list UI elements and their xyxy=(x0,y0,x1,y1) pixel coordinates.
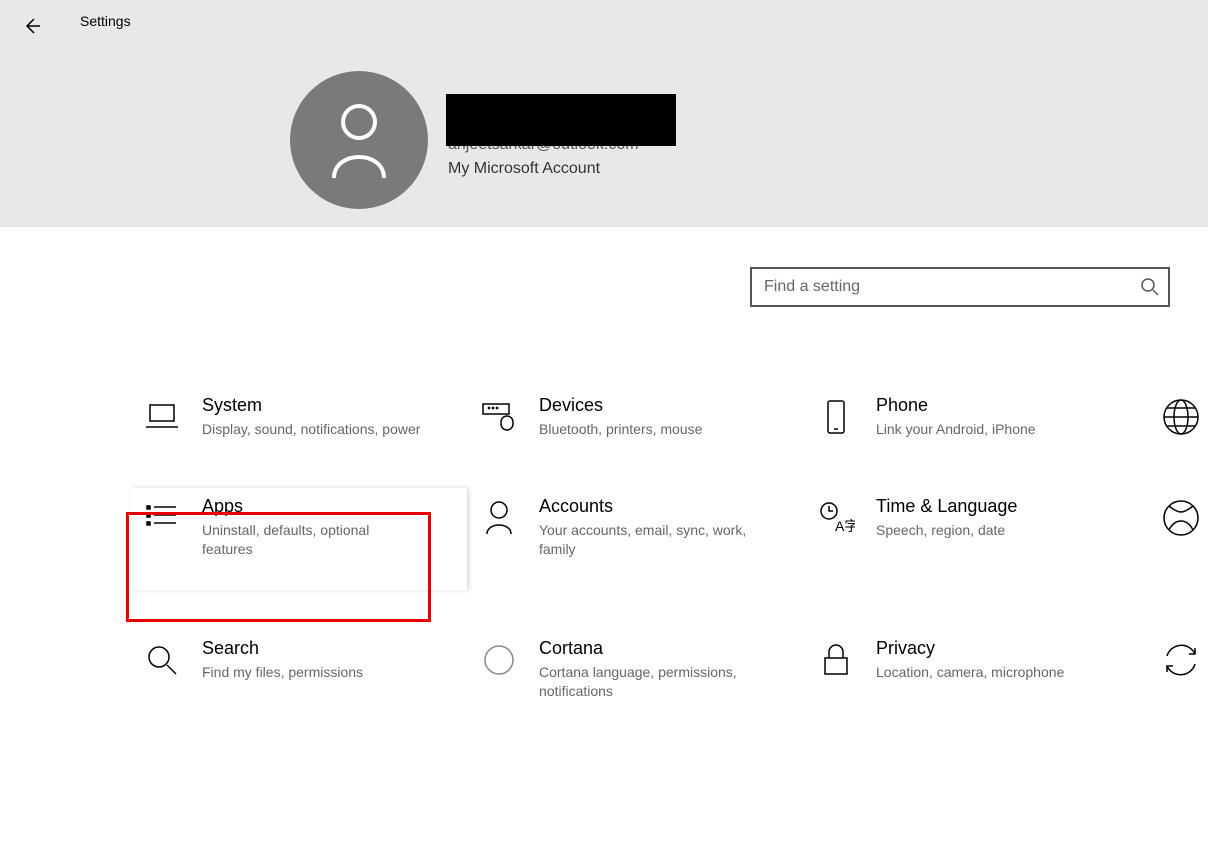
lock-icon xyxy=(814,638,858,682)
cortana-icon xyxy=(477,638,521,682)
laptop-icon xyxy=(140,395,184,439)
tile-title: System xyxy=(202,395,420,416)
tile-update[interactable] xyxy=(1141,630,1208,710)
tile-title: Time & Language xyxy=(876,496,1017,517)
tile-time-language[interactable]: A字 Time & Language Speech, region, date xyxy=(804,488,1141,590)
redacted-name xyxy=(446,94,676,146)
person-icon xyxy=(324,100,394,180)
tile-desc: Bluetooth, printers, mouse xyxy=(539,420,702,440)
tile-desc: Your accounts, email, sync, work, family xyxy=(539,521,759,560)
search-input[interactable] xyxy=(750,267,1170,307)
tile-accounts[interactable]: Accounts Your accounts, email, sync, wor… xyxy=(467,488,804,590)
tile-search[interactable]: Search Find my files, permissions xyxy=(130,630,467,710)
tile-desc: Link your Android, iPhone xyxy=(876,420,1036,440)
page-title: Settings xyxy=(80,13,131,29)
tile-devices[interactable]: Devices Bluetooth, printers, mouse xyxy=(467,387,804,448)
tile-phone[interactable]: Phone Link your Android, iPhone xyxy=(804,387,1141,448)
devices-icon xyxy=(477,395,521,439)
content-area: System Display, sound, notifications, po… xyxy=(0,227,1208,267)
tile-cortana[interactable]: Cortana Cortana language, permissions, n… xyxy=(467,630,804,710)
globe-icon xyxy=(1159,395,1203,439)
tile-title: Apps xyxy=(202,496,422,517)
apps-icon xyxy=(140,496,184,540)
tile-network[interactable] xyxy=(1141,387,1208,448)
back-button[interactable] xyxy=(20,14,44,38)
arrow-left-icon xyxy=(22,16,42,36)
phone-icon xyxy=(814,395,858,439)
xbox-icon xyxy=(1159,496,1203,540)
tile-gaming[interactable] xyxy=(1141,488,1208,590)
tile-title: Search xyxy=(202,638,363,659)
tile-desc: Uninstall, defaults, optional features xyxy=(202,521,422,560)
tile-desc: Display, sound, notifications, power xyxy=(202,420,420,440)
svg-text:A字: A字 xyxy=(835,518,855,534)
profile-block: arijeetsarkar@outlook.com My Microsoft A… xyxy=(290,71,639,209)
magnifier-icon xyxy=(140,638,184,682)
search-container xyxy=(750,267,1170,307)
tile-title: Phone xyxy=(876,395,1036,416)
settings-header: Settings arijeetsarkar@outlook.com My Mi… xyxy=(0,0,1208,227)
tile-privacy[interactable]: Privacy Location, camera, microphone xyxy=(804,630,1141,710)
search-icon xyxy=(1140,277,1160,297)
tile-title: Accounts xyxy=(539,496,759,517)
time-language-icon: A字 xyxy=(814,496,858,540)
settings-grid: System Display, sound, notifications, po… xyxy=(130,387,1208,710)
tile-system[interactable]: System Display, sound, notifications, po… xyxy=(130,387,467,448)
tile-desc: Find my files, permissions xyxy=(202,663,363,683)
tile-apps[interactable]: Apps Uninstall, defaults, optional featu… xyxy=(130,488,467,590)
tile-title: Privacy xyxy=(876,638,1064,659)
person-outline-icon xyxy=(477,496,521,540)
tile-title: Cortana xyxy=(539,638,759,659)
sync-icon xyxy=(1159,638,1203,682)
microsoft-account-link[interactable]: My Microsoft Account xyxy=(448,160,639,178)
tile-desc: Speech, region, date xyxy=(876,521,1017,541)
tile-desc: Cortana language, permissions, notificat… xyxy=(539,663,759,702)
tile-title: Devices xyxy=(539,395,702,416)
tile-desc: Location, camera, microphone xyxy=(876,663,1064,683)
avatar xyxy=(290,71,428,209)
